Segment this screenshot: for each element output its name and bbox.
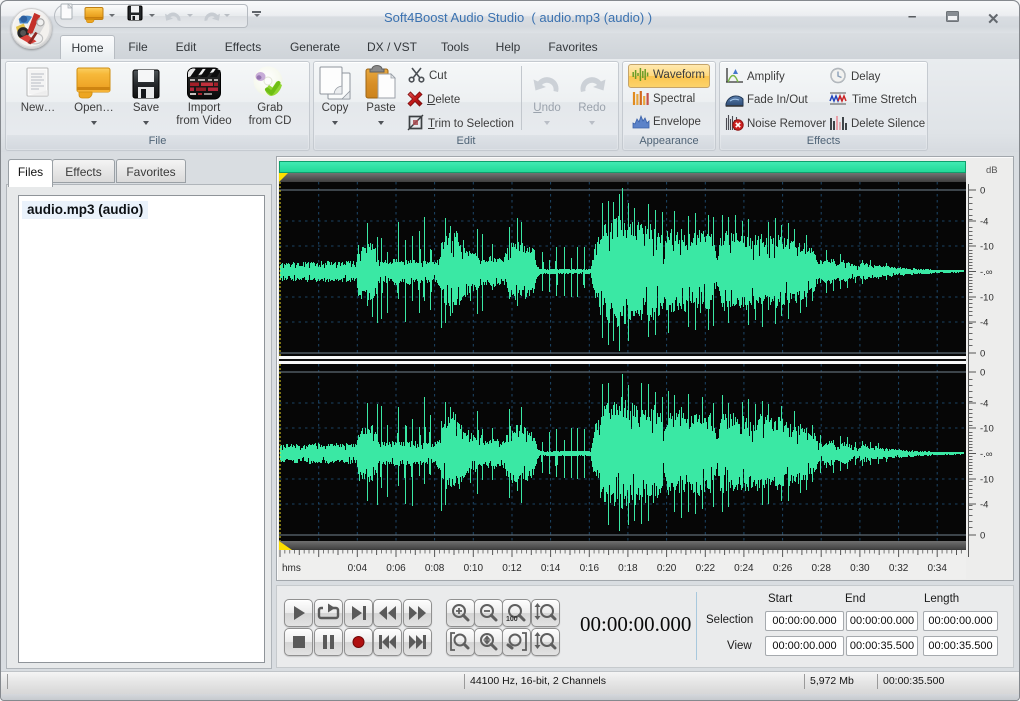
svg-text:0:16: 0:16 — [580, 563, 600, 574]
svg-text:0: 0 — [980, 531, 985, 542]
svg-text:0: 0 — [980, 186, 985, 197]
svg-text:hms: hms — [282, 563, 301, 574]
svg-text:0:18: 0:18 — [618, 563, 638, 574]
svg-text:0:20: 0:20 — [657, 563, 677, 574]
svg-text:0: 0 — [980, 368, 985, 379]
svg-text:0:30: 0:30 — [850, 563, 870, 574]
svg-text:100: 100 — [506, 616, 518, 623]
svg-text:-.∞: -.∞ — [980, 449, 993, 460]
svg-text:0: 0 — [980, 349, 985, 360]
svg-text:0:08: 0:08 — [425, 563, 445, 574]
svg-text:0:14: 0:14 — [541, 563, 561, 574]
svg-text:0:32: 0:32 — [889, 563, 909, 574]
svg-text:0:22: 0:22 — [696, 563, 716, 574]
svg-text:0:28: 0:28 — [811, 563, 831, 574]
svg-text:0:34: 0:34 — [927, 563, 947, 574]
svg-text:0:12: 0:12 — [502, 563, 522, 574]
svg-text:-4: -4 — [980, 217, 988, 228]
svg-text:0:24: 0:24 — [734, 563, 754, 574]
svg-text:-10: -10 — [980, 293, 994, 304]
svg-text:-.∞: -.∞ — [980, 267, 993, 278]
svg-text:-4: -4 — [980, 318, 988, 329]
svg-text:-10: -10 — [980, 242, 994, 253]
svg-text:-10: -10 — [980, 475, 994, 486]
svg-text:0:10: 0:10 — [464, 563, 484, 574]
svg-text:-4: -4 — [980, 500, 988, 511]
svg-text:-10: -10 — [980, 424, 994, 435]
svg-text:0:06: 0:06 — [386, 563, 406, 574]
svg-text:0:26: 0:26 — [773, 563, 793, 574]
svg-text:-4: -4 — [980, 399, 988, 410]
svg-text:dB: dB — [986, 165, 998, 176]
svg-text:0:04: 0:04 — [348, 563, 368, 574]
